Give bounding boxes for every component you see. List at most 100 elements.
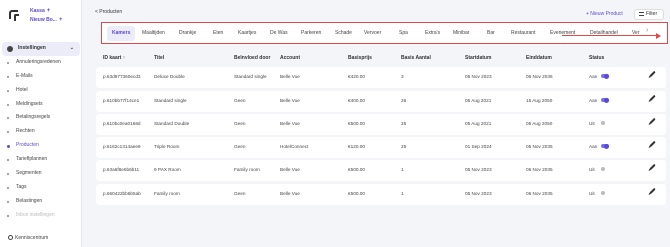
sidebar-item-rechten[interactable]: Rechten [0, 125, 82, 139]
cell-id: p.610bc0ea0168d [103, 121, 141, 126]
column-header-price[interactable]: Basisprijs [348, 55, 372, 61]
cell-account: Belle Vue [280, 74, 300, 79]
edit-icon[interactable] [649, 140, 656, 148]
status-toggle[interactable] [601, 121, 605, 125]
cell-end: 15 Aug 2050 [526, 98, 553, 103]
bullet-icon [7, 131, 9, 134]
status-toggle[interactable] [601, 97, 609, 103]
column-header-end[interactable]: Einddatum [526, 55, 552, 61]
cell-title: Standard Double [154, 121, 190, 126]
workspace-kassa[interactable]: Kassa + [30, 8, 50, 14]
filter-button[interactable]: Filter [634, 9, 664, 20]
column-header-quantity[interactable]: Basis Aantal [401, 55, 431, 61]
sidebar-item-tariefplannen[interactable]: Tarieflplannen [0, 153, 82, 167]
sidebar-item-producten[interactable]: Producten [0, 139, 82, 153]
status-toggle[interactable] [601, 167, 605, 171]
cell-end: 05 Aug 2050 [526, 121, 553, 126]
bullet-icon [7, 75, 9, 78]
tab-spa[interactable]: Spa [399, 23, 408, 44]
sidebar-item-inbox-instellingen[interactable]: Inbox instellingen [0, 209, 82, 223]
kenniscentrum-label: Kenniscentrum [15, 235, 49, 241]
cell-quantity: 26 [401, 98, 407, 103]
edit-icon[interactable] [649, 70, 656, 78]
logo-icon[interactable] [9, 10, 19, 21]
sidebar-menu: Instellingen ⌄ Annuleringsredenen E-Mail… [0, 42, 82, 223]
table-row[interactable]: p.6162c1314aee9 Triple Room Geen HotelCo… [96, 137, 666, 158]
table-row[interactable]: p.610bc0ea0168d Standard Double Geen Bel… [96, 114, 666, 135]
workspace-kassa-label: Kassa [30, 8, 45, 14]
cell-id: p.6162c1314aee9 [103, 144, 141, 149]
cell-end: 06 Nov 2035 [526, 167, 553, 172]
tab-kaartjes[interactable]: Kaartjes [238, 23, 256, 44]
cell-start: 05 Nov 2023 [465, 191, 492, 196]
status-toggle[interactable] [601, 73, 609, 79]
kenniscentrum-link[interactable]: Kenniscentrum [8, 235, 48, 241]
column-header-status[interactable]: Status [589, 55, 604, 61]
sidebar-item-belastingen[interactable]: Belastingen [0, 195, 82, 209]
tab-parkeren[interactable]: Parkeren [301, 23, 321, 44]
plus-icon[interactable]: + [59, 17, 63, 23]
tab-ver[interactable]: Ver [632, 23, 640, 44]
column-header-start[interactable]: Startdatum [465, 55, 491, 61]
cell-status: Aan [589, 74, 598, 79]
status-toggle[interactable] [601, 143, 609, 149]
column-header-influenced[interactable]: Beïnvloed door [234, 55, 270, 61]
tab-vervoer[interactable]: Vervoer [364, 23, 381, 44]
table-row[interactable]: p.610bb77f14ce1 Standard single Geen Bel… [96, 91, 666, 112]
bullet-icon [7, 200, 9, 203]
cell-account: HotelConnect [280, 144, 309, 149]
sidebar-item-tags[interactable]: Tags [0, 181, 82, 195]
tab-restaurant[interactable]: Restaurant [511, 23, 535, 44]
cell-id: p.63d977360ecd3 [103, 74, 141, 79]
sidebar-item-instellingen[interactable]: Instellingen ⌄ [2, 42, 80, 56]
status-toggle[interactable] [601, 191, 605, 195]
tab-kamers[interactable]: Kamers [107, 26, 136, 41]
sidebar-item-annuleringsredenen[interactable]: Annuleringsredenen [0, 56, 82, 70]
column-header-id[interactable]: ID kaart ↑ [103, 55, 125, 61]
tab-schade[interactable]: Schade [335, 23, 352, 44]
edit-icon[interactable] [649, 94, 656, 102]
cell-account: Belle Vue [280, 98, 300, 103]
cell-price: €500.00 [348, 121, 365, 126]
cell-end: 06 Nov 2035 [526, 144, 553, 149]
cell-status: Uit [589, 191, 595, 196]
chevron-right-icon[interactable]: › [646, 27, 648, 34]
plus-icon[interactable]: + [47, 8, 51, 14]
cell-price: €420.00 [348, 74, 365, 79]
sidebar-item-meldingsets[interactable]: Meldingsets [0, 98, 82, 112]
sidebar-item-emails[interactable]: E-Mails [0, 70, 82, 84]
tab-maaltijden[interactable]: Maaltijden [142, 23, 165, 44]
tab-bar[interactable]: Bar [487, 23, 495, 44]
column-header-title[interactable]: Titel [154, 55, 164, 61]
tab-extras[interactable]: Extra's [425, 23, 440, 44]
sidebar-item-label: Hotel [16, 86, 28, 93]
tab-evenement[interactable]: Evenement [550, 23, 575, 44]
sidebar-item-segmenten[interactable]: Segmenten [0, 167, 82, 181]
annotation-arrow-head [656, 32, 661, 39]
table-row[interactable]: p.660422bb6b5ab Family room Geen Belle V… [96, 184, 666, 205]
new-product-button[interactable]: + Nieuw Product [586, 11, 623, 17]
edit-icon[interactable] [649, 163, 656, 171]
cell-start: 05 Nov 2023 [465, 74, 492, 79]
bullet-icon [7, 214, 9, 217]
sidebar-item-hotel[interactable]: Hotel [0, 84, 82, 98]
tab-detailhandel[interactable]: Detailhandel [590, 23, 618, 44]
column-header-account[interactable]: Account [280, 55, 300, 61]
tab-de-was[interactable]: De Was [270, 23, 288, 44]
table-row[interactable]: p.63d977360ecd3 Deluxe Double Standard s… [96, 67, 666, 88]
table-row[interactable]: p.63a6f8e6b6b11 9 PAX Room Family room B… [96, 160, 666, 181]
bullet-icon [7, 61, 9, 64]
tab-minibar[interactable]: Minibar [453, 23, 469, 44]
sidebar-item-betalingsregels[interactable]: Betalingsregels [0, 111, 82, 125]
tab-drankje[interactable]: Drankje [179, 23, 196, 44]
cell-influenced: Geen [234, 191, 246, 196]
sidebar: Kassa + Nieuw Bo... + Instellingen ⌄ Annul… [0, 0, 82, 247]
cell-start: 05 Aug 2021 [465, 98, 492, 103]
back-link[interactable]: < Producten [95, 9, 122, 15]
sidebar-item-label: Meldingsets [16, 100, 43, 107]
cell-id: p.63a6f8e6b6b11 [103, 167, 140, 172]
tab-eten[interactable]: Eten [213, 23, 223, 44]
edit-icon[interactable] [649, 117, 656, 125]
workspace-nieuw[interactable]: Nieuw Bo... + [30, 17, 62, 23]
edit-icon[interactable] [649, 187, 656, 195]
